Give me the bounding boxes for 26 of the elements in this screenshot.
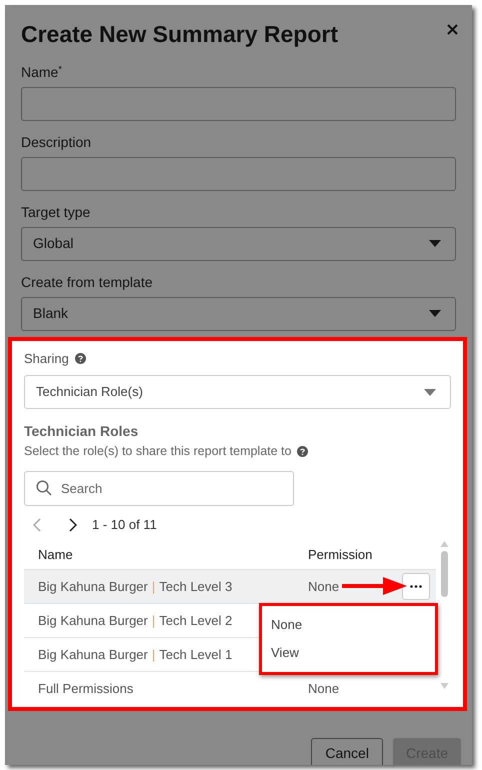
menu-item[interactable]: View (271, 645, 435, 660)
column-header: Name (37, 546, 74, 564)
field-label: Target type (21, 204, 92, 220)
table-cell: Big Kahuna Burger | Tech Level 1 (38, 646, 232, 662)
dropdown[interactable]: Blank (21, 296, 456, 330)
table-cell: Full Permissions (38, 680, 134, 696)
table-cell-text: None (308, 578, 340, 596)
field-label: Create from template (21, 274, 154, 290)
menu-item[interactable]: None (271, 617, 435, 632)
hint-text: Select the role(s) to share this report template to (24, 443, 292, 460)
dropdown[interactable]: Global (21, 226, 456, 260)
field-label: Name$^{*}$ (21, 64, 63, 80)
section-heading: Technician Roles (24, 422, 140, 440)
table-cell: Big Kahuna Burger | Tech Level 2 (38, 612, 232, 628)
search-input[interactable]: Search (61, 478, 261, 498)
field-label: Description (21, 134, 92, 150)
table-row[interactable]: Big Kahuna Burger | Tech Level 3 None (24, 570, 436, 604)
dialog-title: Create New Summary Report (21, 20, 338, 49)
cancel-button[interactable]: Cancel (311, 738, 383, 765)
table-cell-text: None (308, 680, 340, 698)
table-cell: Big Kahuna Burger | Tech Level 3 (38, 578, 232, 594)
field-label: Sharing (24, 350, 69, 368)
search-field[interactable]: Search (24, 470, 294, 506)
page-range: 1 - 10 of 11 (92, 516, 157, 534)
dropdown[interactable]: Technician Role(s) (24, 375, 451, 409)
column-header: Permission (308, 546, 372, 564)
